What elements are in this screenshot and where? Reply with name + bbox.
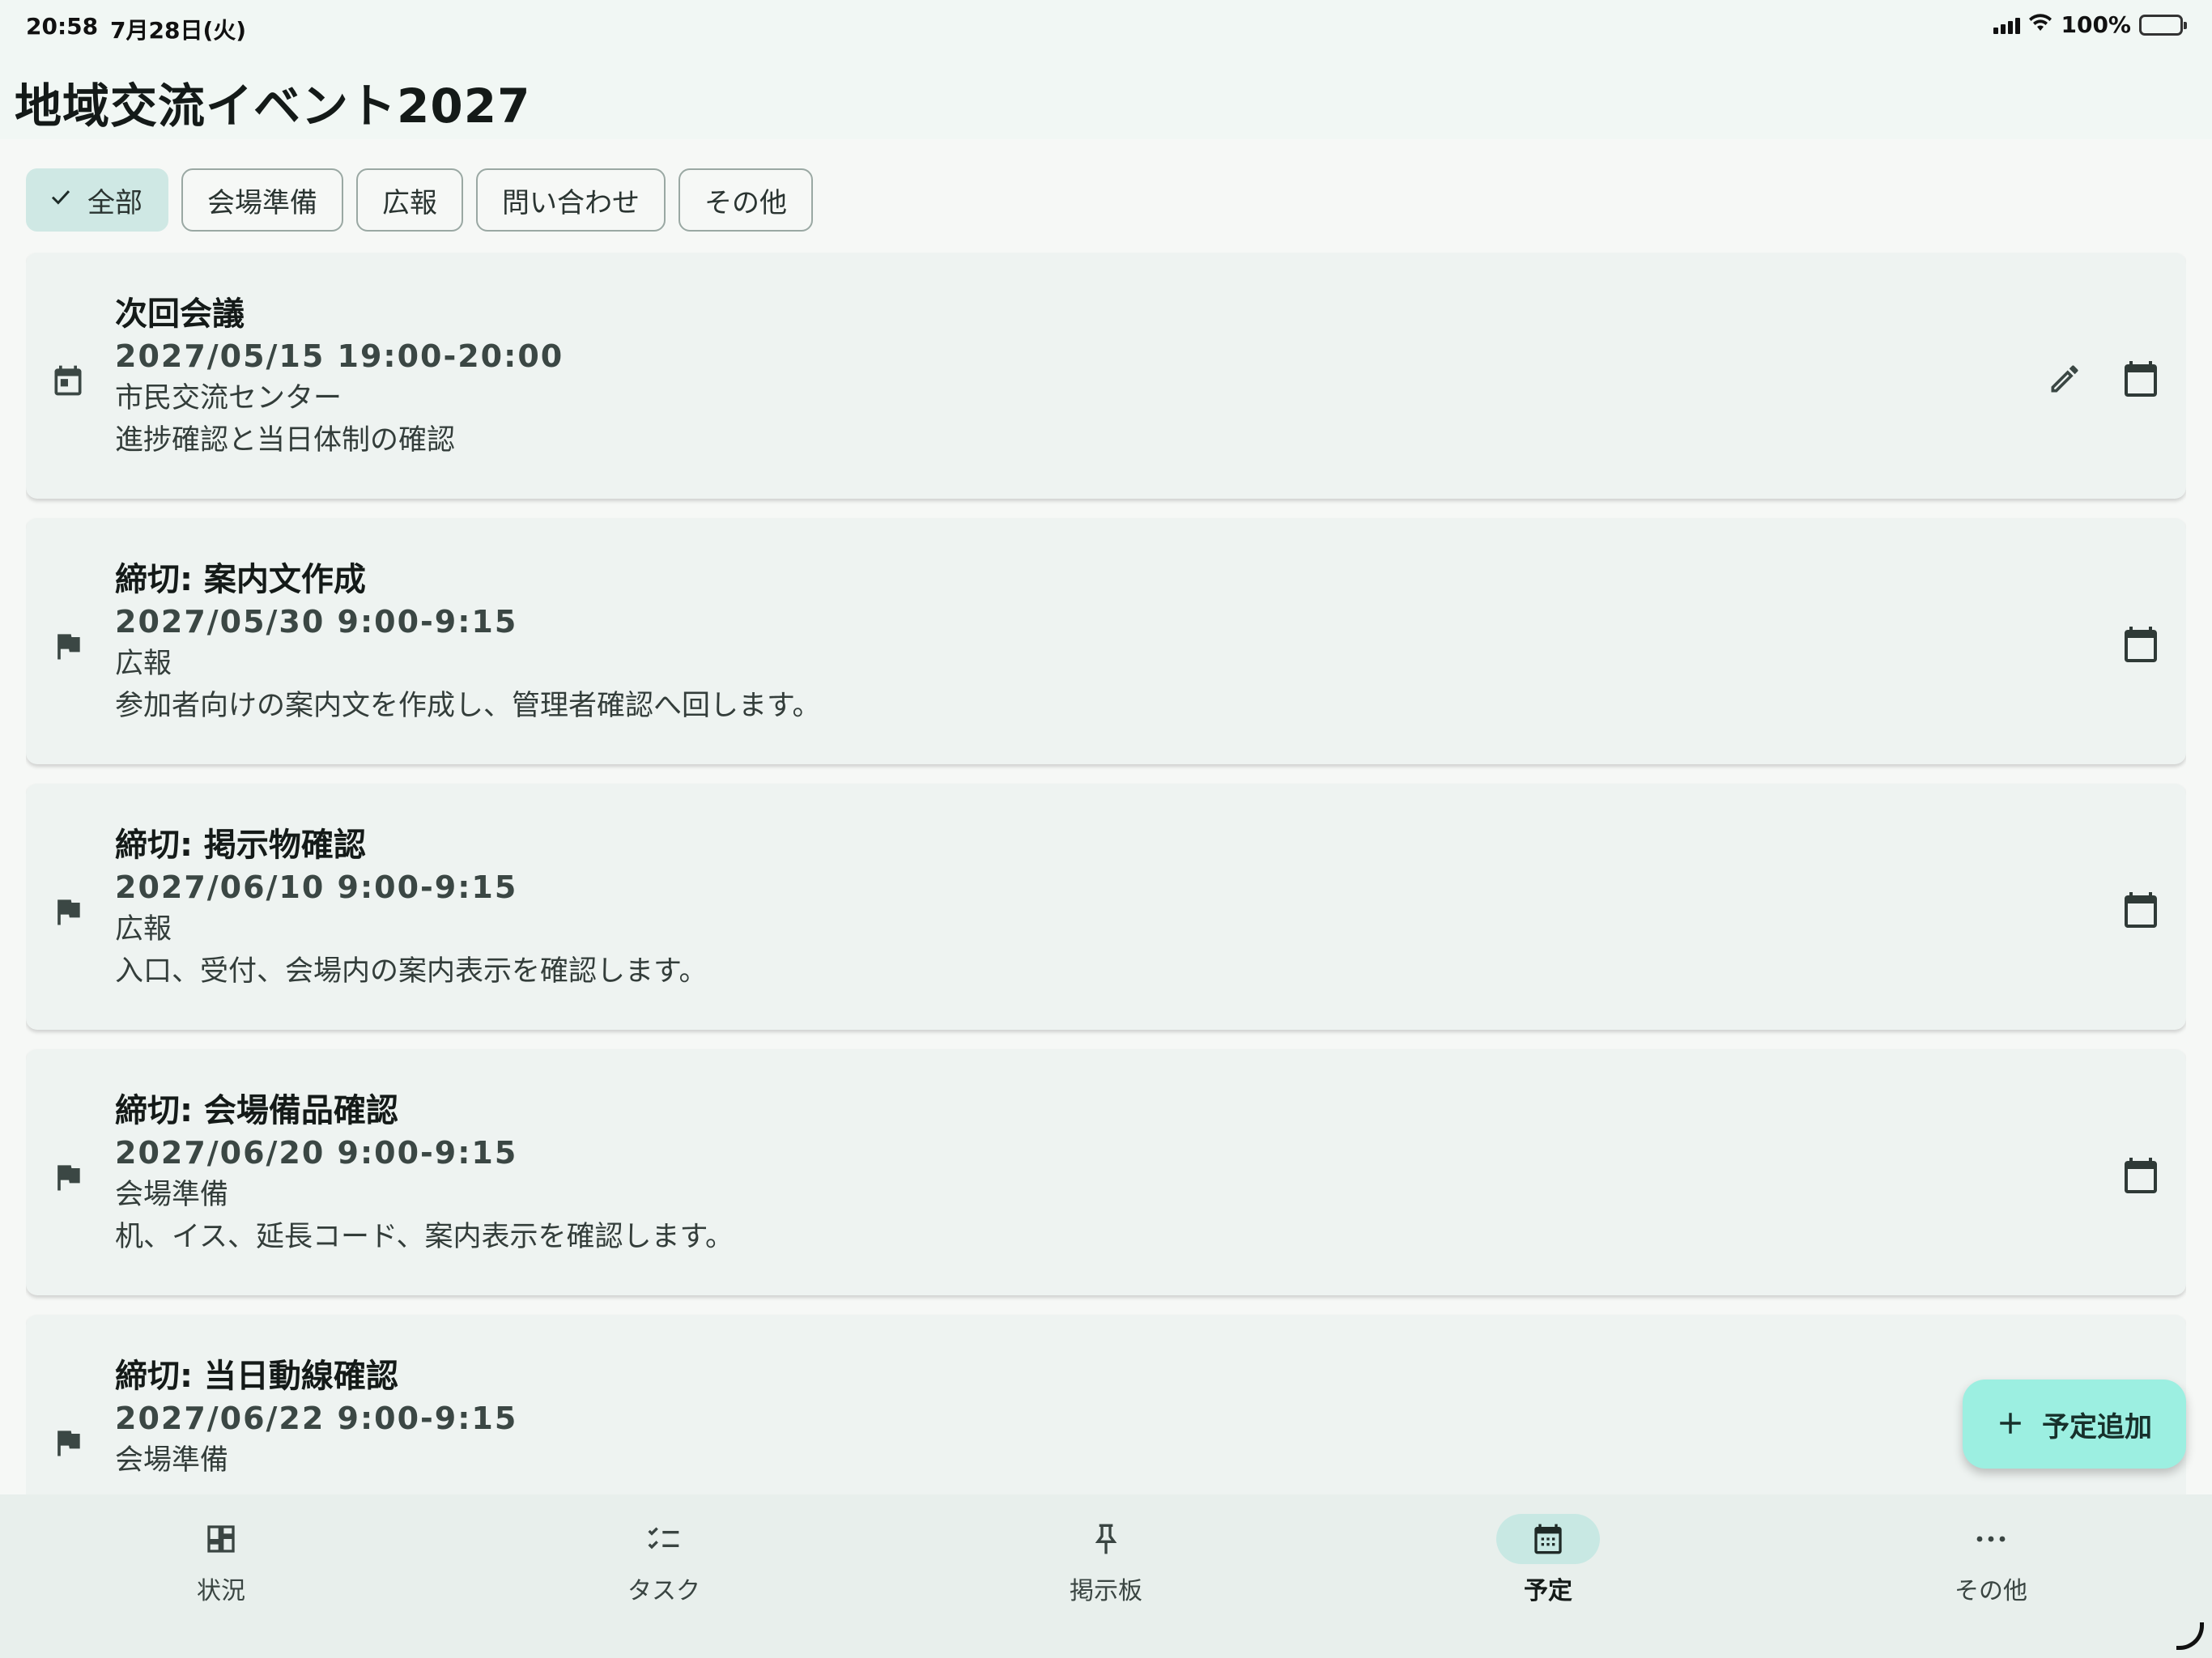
calendar-icon[interactable]	[2120, 889, 2162, 931]
plus-icon	[1997, 1402, 2024, 1446]
nav-item-board[interactable]: 掲示板	[1025, 1514, 1187, 1606]
check-icon	[49, 184, 73, 216]
filter-chip-label: その他	[704, 186, 787, 219]
more-horiz-icon	[1939, 1514, 2043, 1564]
event-category: 広報	[115, 913, 172, 946]
nav-item-tasks[interactable]: タスク	[583, 1514, 745, 1606]
filter-chip-label: 全部	[87, 186, 143, 219]
calendar-icon[interactable]	[2120, 358, 2162, 400]
status-date: 7月28日(火)	[110, 17, 247, 44]
nav-label: 予定	[1524, 1577, 1572, 1605]
flag-icon	[50, 1425, 86, 1460]
event-category: 会場準備	[115, 1179, 229, 1211]
app-header: 地域交流イベント2027	[0, 53, 2212, 139]
event-datetime: 2027/06/20 9:00-9:15	[115, 1135, 518, 1171]
pin-icon	[1054, 1514, 1158, 1564]
status-bar: 20:58 7月28日(火) 100%	[0, 0, 2212, 53]
event-title: 締切: 掲示物確認	[115, 827, 366, 864]
calendar-icon	[1496, 1514, 1600, 1564]
cellular-signal-icon	[1993, 16, 2021, 34]
filter-chip-label: 広報	[382, 186, 437, 219]
add-event-button[interactable]: 予定追加	[1963, 1380, 2186, 1469]
nav-label: タスク	[627, 1577, 700, 1605]
event-datetime: 2027/05/15 19:00-20:00	[115, 338, 564, 374]
filter-chip-inquiry[interactable]: 問い合わせ	[476, 168, 666, 232]
event-description: 入口、受付、会場内の案内表示を確認します。	[115, 955, 708, 988]
page-title: 地域交流イベント2027	[15, 79, 531, 134]
event-card[interactable]: 締切: 掲示物確認 2027/06/10 9:00-9:15 広報 入口、受付、…	[26, 784, 2186, 1030]
event-card[interactable]: 次回会議 2027/05/15 19:00-20:00 市民交流センター 進捗確…	[26, 253, 2186, 499]
event-title: 締切: 当日動線確認	[115, 1358, 398, 1395]
status-time: 20:58	[26, 13, 99, 40]
edit-icon[interactable]	[2044, 358, 2086, 400]
event-description: 参加者向けの案内文を作成し、管理者確認へ回します。	[115, 690, 821, 722]
event-title: 締切: 案内文作成	[115, 561, 366, 598]
calendar-icon[interactable]	[2120, 623, 2162, 665]
event-title: 締切: 会場備品確認	[115, 1092, 398, 1129]
filter-chip-pr[interactable]: 広報	[356, 168, 463, 232]
event-description: 机、イス、延長コード、案内表示を確認します。	[115, 1221, 734, 1253]
flag-icon	[50, 894, 86, 929]
event-icon	[50, 363, 86, 398]
calendar-icon[interactable]	[2120, 1154, 2162, 1197]
flag-icon	[50, 1159, 86, 1195]
flag-icon	[50, 628, 86, 664]
event-category: 会場準備	[115, 1444, 229, 1477]
event-card[interactable]: 締切: 会場備品確認 2027/06/20 9:00-9:15 会場準備 机、イ…	[26, 1049, 2186, 1295]
event-title: 次回会議	[115, 295, 245, 333]
checklist-icon	[612, 1514, 716, 1564]
event-card[interactable]: 締切: 案内文作成 2027/05/30 9:00-9:15 広報 参加者向けの…	[26, 518, 2186, 764]
nav-label: その他	[1955, 1577, 2027, 1605]
event-place: 市民交流センター	[115, 382, 342, 414]
nav-item-more[interactable]: その他	[1910, 1514, 2072, 1606]
filter-chip-label: 会場準備	[207, 186, 317, 219]
event-description: 進捗確認と当日体制の確認	[115, 424, 456, 457]
filter-chip-all[interactable]: 全部	[26, 168, 168, 232]
bottom-navigation: 状況 タスク 掲示板 予定 その他	[0, 1494, 2212, 1658]
add-event-label: 予定追加	[2042, 1410, 2152, 1443]
wifi-icon	[2028, 11, 2052, 38]
event-datetime: 2027/06/10 9:00-9:15	[115, 869, 518, 905]
battery-percent: 100%	[2061, 11, 2131, 38]
event-datetime: 2027/06/22 9:00-9:15	[115, 1401, 518, 1436]
status-indicators: 100%	[1993, 11, 2187, 38]
nav-label: 掲示板	[1070, 1577, 1142, 1605]
event-datetime: 2027/05/30 9:00-9:15	[115, 604, 518, 640]
nav-item-schedule[interactable]: 予定	[1467, 1514, 1629, 1606]
filter-chip-other[interactable]: その他	[678, 168, 813, 232]
filter-chips: 全部 会場準備 広報 問い合わせ その他	[26, 168, 813, 232]
battery-icon	[2139, 14, 2187, 36]
filter-chip-venue[interactable]: 会場準備	[181, 168, 343, 232]
event-card[interactable]: 締切: 当日動線確認 2027/06/22 9:00-9:15 会場準備	[26, 1315, 2186, 1494]
dashboard-icon	[169, 1514, 273, 1564]
event-category: 広報	[115, 648, 172, 680]
nav-item-status[interactable]: 状況	[140, 1514, 302, 1606]
nav-label: 状況	[197, 1577, 245, 1605]
filter-chip-label: 問い合わせ	[502, 186, 640, 219]
event-list: 次回会議 2027/05/15 19:00-20:00 市民交流センター 進捗確…	[26, 253, 2186, 1494]
